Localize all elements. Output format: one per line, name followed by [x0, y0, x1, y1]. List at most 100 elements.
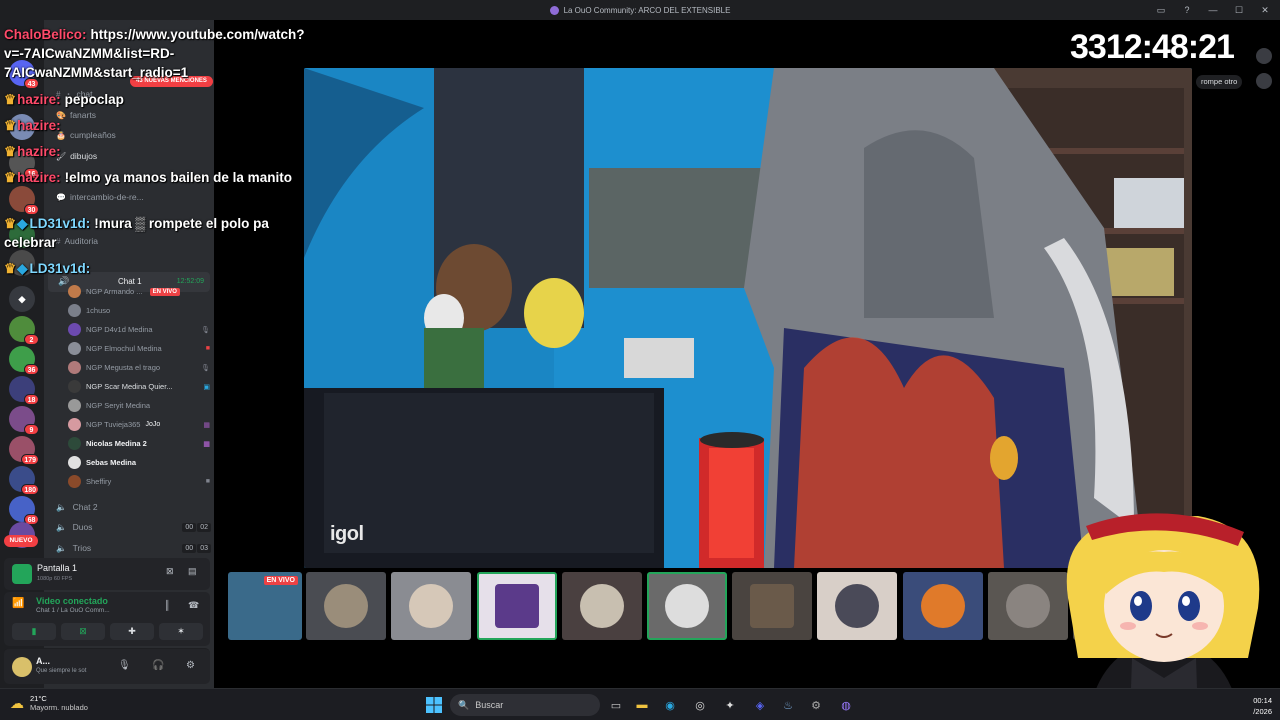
signal-icon: 📶 [12, 598, 25, 609]
avatar[interactable] [12, 657, 32, 677]
participant-tile[interactable] [306, 572, 386, 640]
noise-suppression-icon[interactable]: ║ [164, 600, 170, 610]
participant-tile[interactable] [732, 572, 812, 640]
crown-icon: ♛ [4, 216, 17, 231]
channel-cumpleanos[interactable]: 🎂 cumpleaños [56, 127, 206, 143]
main-video-feed[interactable]: igol [304, 68, 1192, 568]
channel-intercambio[interactable]: 💬 intercambio-de-re... [56, 189, 206, 205]
username: A... [36, 656, 51, 666]
voice-user[interactable]: NGP Tuvieja365 JoJo ▦ [68, 415, 210, 434]
chat-message: v=-7AICwaNZMM&list=RD- [4, 46, 175, 61]
search-icon: 🔍 [458, 699, 470, 710]
deafened-icon: ■ [205, 345, 210, 352]
new-pill[interactable]: NUEVO [4, 535, 38, 547]
crown-icon: ♛ [4, 170, 17, 185]
voice-user[interactable]: Sebas Medina [68, 453, 210, 472]
weather-description: Mayorm. nublado [30, 703, 88, 712]
microphone-icon[interactable]: 🎙 [118, 660, 131, 671]
inbox-icon[interactable]: ▭ [1156, 5, 1166, 16]
window-title: La OuO Community: ARCO DEL EXTENSIBLE [563, 5, 731, 15]
chat-message: celebrar [4, 235, 57, 250]
weather-widget[interactable]: ☁ 21°C Mayorm. nublado [10, 694, 88, 712]
mic-muted-icon: 🎙 [201, 364, 210, 372]
windows-start-icon[interactable] [426, 697, 442, 713]
system-clock[interactable]: 00:14 /2026 [1253, 695, 1272, 717]
activities-button[interactable]: ✚ [110, 623, 154, 640]
video-icon: ■ [205, 478, 210, 485]
stream-settings-icon[interactable]: ▤ [188, 566, 197, 577]
mention-badge: 179 [21, 454, 39, 465]
participant-tile[interactable] [477, 572, 557, 640]
server-icon[interactable]: 9 [9, 406, 39, 435]
server-icon[interactable]: 68 [9, 496, 39, 525]
discover-icon[interactable]: ◆ [9, 286, 35, 312]
minimize-button[interactable]: — [1208, 5, 1218, 15]
server-icon[interactable]: 179 [9, 436, 39, 465]
voice-user[interactable]: 1chuso [68, 301, 210, 320]
voice-user[interactable]: Sheffiry ■ [68, 472, 210, 491]
gem-icon: ◆ [17, 261, 28, 276]
discord-icon[interactable]: ◈ [750, 695, 770, 715]
participant-tile[interactable] [391, 572, 471, 640]
video-icon: ▣ [203, 383, 210, 391]
participant-tile[interactable] [562, 572, 642, 640]
voice-user[interactable]: NGP Scar Medina Quier... ▣ [68, 377, 210, 396]
stop-stream-icon[interactable]: ⊠ [166, 566, 174, 577]
voice-user[interactable]: NGP Megusta el trago 🎙 [68, 358, 210, 377]
voice-user[interactable]: NGP Elmochul Medina ■ [68, 339, 210, 358]
mention-badge: 36 [24, 364, 39, 375]
file-explorer-icon[interactable]: ▬ [632, 695, 652, 715]
server-icon[interactable]: 18 [9, 376, 39, 405]
voice-channel-trios[interactable]: 🔈 Trios 00 03 [56, 539, 211, 557]
crown-icon: ♛ [4, 118, 17, 133]
headphones-icon[interactable]: 🎧 [152, 660, 164, 671]
help-icon[interactable]: ? [1182, 5, 1192, 15]
stream-timer: 3312:48:21 [1070, 28, 1235, 66]
app-icon[interactable]: ✦ [720, 695, 740, 715]
chat-message: ♛◆ LD31v1d: !mura ▒ rompete el polo pa [4, 216, 269, 231]
channel-auditoria[interactable]: # Auditoria [56, 233, 206, 249]
server-icon[interactable]: 180 [9, 466, 39, 495]
channel-fanarts[interactable]: 🎨 fanarts [56, 107, 206, 123]
screen-share-icon [12, 564, 32, 584]
taskbar-search[interactable]: 🔍 Buscar [450, 694, 600, 716]
participant-tile[interactable] [903, 572, 983, 640]
voice-status: Video conectado [36, 596, 108, 606]
avatar [1256, 48, 1272, 64]
mention-badge: 30 [24, 204, 39, 215]
disconnect-icon[interactable]: ☎ [188, 600, 199, 611]
voice-user[interactable]: NGP Armando ... EN VIVO [68, 282, 210, 301]
server-icon[interactable]: 36 [9, 346, 39, 375]
participant-tile[interactable] [817, 572, 897, 640]
close-button[interactable]: ✕ [1260, 5, 1270, 16]
screen-share-button[interactable]: ⊠ [61, 623, 105, 640]
live-badge: EN VIVO [149, 287, 180, 296]
settings-icon[interactable]: ⚙ [806, 695, 826, 715]
server-icon [549, 5, 559, 15]
camera-button[interactable]: ▮ [12, 623, 56, 640]
edge-icon[interactable]: ◉ [660, 695, 680, 715]
crown-icon: ♛ [4, 261, 17, 276]
steam-icon[interactable]: ♨ [778, 695, 798, 715]
voice-user[interactable]: NGP Seryit Medina [68, 396, 210, 415]
screen-share-panel: Pantalla 1 1080p 60 FPS ⊠ ▤ [4, 558, 210, 590]
voice-user[interactable]: Nicolas Medina 2 ▦ [68, 434, 210, 453]
channel-dibujos[interactable]: 🖌 dibujos [56, 148, 206, 164]
server-icon[interactable]: 2 [9, 316, 39, 345]
mention-badge: 2 [24, 334, 39, 345]
voice-channel-chat-2[interactable]: 🔈 Chat 2 [56, 498, 211, 516]
server-icon[interactable]: 30 [9, 186, 39, 215]
browser-icon[interactable]: ◎ [690, 695, 710, 715]
task-view-icon[interactable]: ▭ [606, 695, 626, 715]
voice-user[interactable]: NGP D4v1d Medina 🎙 [68, 320, 210, 339]
participant-tile[interactable]: EN VIVO [228, 572, 302, 640]
mention-badge: 18 [24, 394, 39, 405]
user-activity: JoJo [145, 421, 161, 428]
voice-channel-duos[interactable]: 🔈 Duos 00 02 [56, 518, 211, 536]
obs-icon[interactable]: ◍ [836, 695, 856, 715]
soundboard-button[interactable]: ✶ [159, 623, 203, 640]
maximize-button[interactable]: ☐ [1234, 5, 1244, 16]
settings-gear-icon[interactable]: ⚙ [186, 660, 195, 671]
participant-tile[interactable] [647, 572, 727, 640]
chat-message: ♛◆ LD31v1d: [4, 261, 91, 276]
